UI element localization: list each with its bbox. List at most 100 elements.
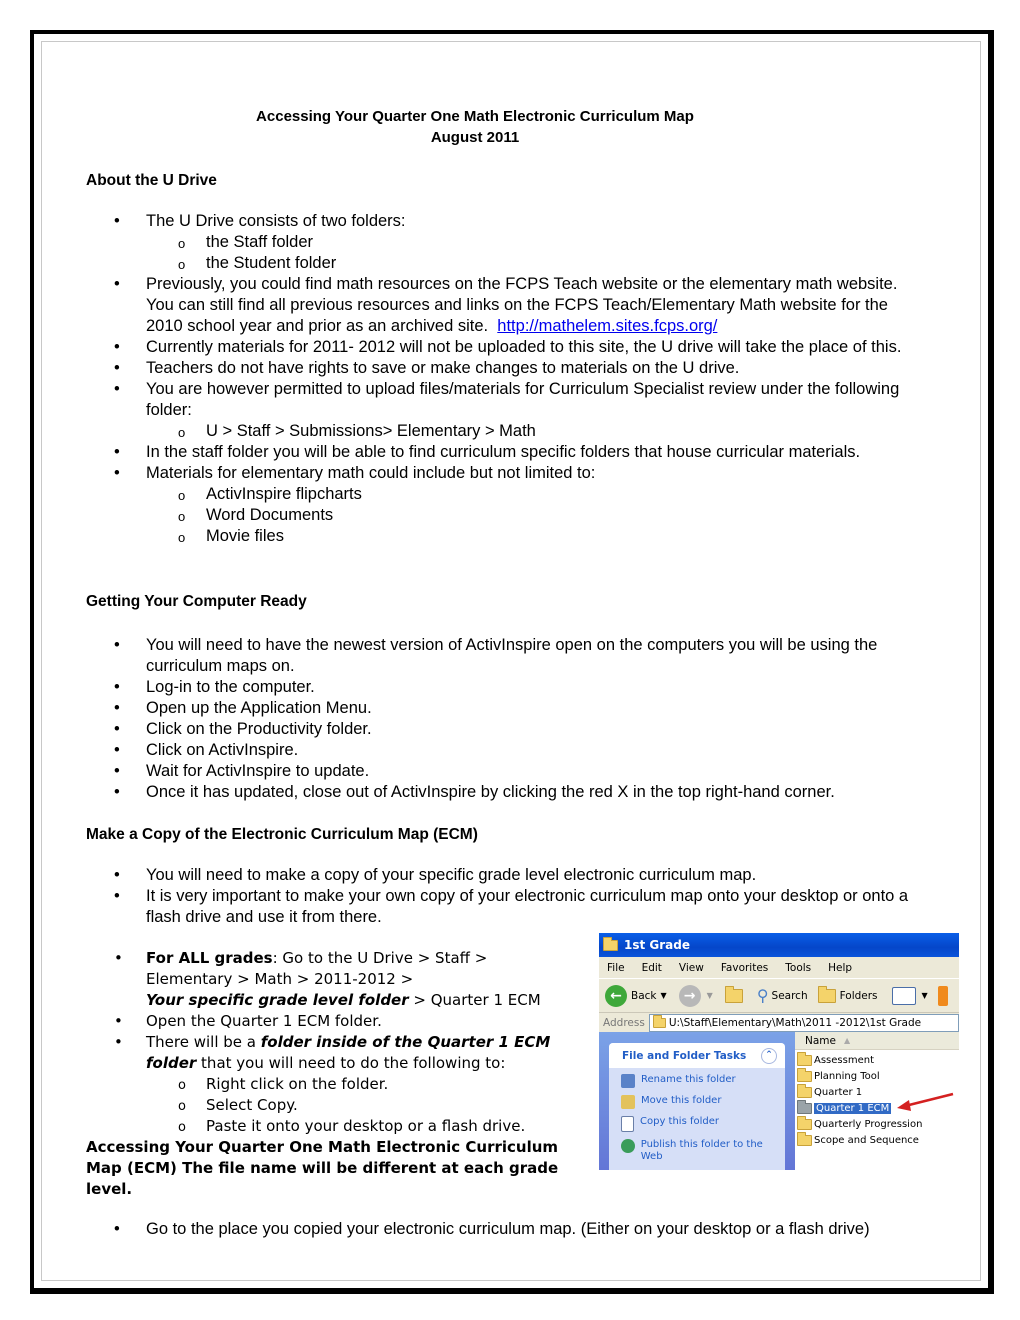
back-label: Back (631, 989, 657, 1002)
task-rename[interactable]: Rename this folder (621, 1074, 785, 1088)
menu-help[interactable]: Help (820, 962, 861, 974)
explorer-screenshot: 1st Grade File Edit View Favorites Tools… (599, 933, 959, 1170)
task-move[interactable]: Move this folder (621, 1095, 785, 1109)
file-list: Assessment Planning Tool Quarter 1 Quart… (795, 1050, 959, 1148)
sub-list-item: Word Documents (146, 505, 926, 527)
task-label: Rename this folder (641, 1074, 736, 1085)
views-icon[interactable] (891, 986, 916, 1005)
back-button[interactable]: ← Back ▼ (605, 984, 667, 1007)
folder-icon (797, 1131, 812, 1146)
sub-list-item: the Staff folder (146, 232, 926, 254)
sub-list-item: Movie files (146, 526, 926, 548)
list-item: You are however permitted to upload file… (86, 379, 926, 443)
heading-make-copy: Make a Copy of the Electronic Curriculum… (86, 826, 478, 843)
list-item-text: Materials for elementary math could incl… (146, 464, 596, 482)
explorer-menu-bar: File Edit View Favorites Tools Help (599, 957, 959, 979)
up-folder-icon[interactable] (724, 985, 743, 1003)
document-date: August 2011 (430, 129, 520, 146)
list-item: Open up the Application Menu. (86, 698, 936, 719)
address-value: U:\Staff\Elementary\Math\2011 -2012\1st … (668, 1016, 922, 1029)
menu-edit[interactable]: Edit (634, 962, 671, 974)
sub-list-item: the Student folder (146, 253, 926, 275)
folder-icon (797, 1115, 812, 1130)
task-label: Copy this folder (640, 1116, 719, 1127)
computer-list: You will need to have the newest version… (86, 635, 936, 803)
task-label: Move this folder (641, 1095, 722, 1106)
file-item-selected[interactable]: Quarter 1 ECM (797, 1092, 959, 1116)
menu-file[interactable]: File (599, 962, 634, 974)
list-item: The U Drive consists of two folders: the… (86, 211, 926, 275)
folder-icon (797, 1083, 812, 1098)
address-field[interactable]: U:\Staff\Elementary\Math\2011 -2012\1st … (648, 1013, 959, 1032)
explorer-address-bar: Address U:\Staff\Elementary\Math\2011 -2… (599, 1013, 959, 1032)
folder-icon (603, 936, 618, 951)
search-button[interactable]: ⚲ Search (757, 986, 808, 1005)
list-item: You will need to have the newest version… (86, 635, 936, 677)
chevron-down-icon: ▼ (706, 991, 713, 1000)
file-item[interactable]: Assessment (797, 1051, 959, 1068)
folder-icon (797, 1099, 812, 1114)
file-item[interactable]: Planning Tool (797, 1067, 959, 1084)
globe-icon (621, 1139, 635, 1153)
folders-label: Folders (839, 989, 878, 1002)
sub-list-item: U > Staff > Submissions> Elementary > Ma… (146, 421, 926, 443)
task-publish[interactable]: Publish this folder to the Web (621, 1139, 785, 1163)
sort-ascending-icon: ▲ (843, 1036, 851, 1045)
sub-list-item: Paste it onto your desktop or a flash dr… (146, 1116, 566, 1138)
folder-icon (652, 1014, 666, 1028)
heading-computer-ready: Getting Your Computer Ready (86, 593, 307, 610)
list-item: Previously, you could find math resource… (86, 274, 926, 337)
all-grades-tail: > Quarter 1 ECM (408, 991, 541, 1009)
red-arrow-icon (897, 1092, 954, 1111)
document-title: Accessing Your Quarter One Math Electron… (256, 108, 694, 125)
accessing-list: Go to the place you copied your electron… (86, 1219, 946, 1240)
list-item: You will need to make a copy of your spe… (86, 865, 926, 886)
file-name: Quarterly Progression (814, 1118, 923, 1130)
list-item: Materials for elementary math could incl… (86, 463, 926, 548)
folders-button[interactable]: Folders (817, 985, 878, 1003)
rename-icon (621, 1074, 635, 1088)
archived-site-link[interactable]: http://mathelem.sites.fcps.org/ (497, 317, 717, 335)
list-item: Click on ActivInspire. (86, 740, 936, 761)
file-item[interactable]: Scope and Sequence (797, 1131, 959, 1148)
heading-accessing: Accessing Your Quarter One Math Electron… (86, 1138, 559, 1198)
list-item-tail: that you will need to do the following t… (196, 1054, 506, 1072)
app-icon (937, 985, 948, 1006)
move-icon (621, 1095, 635, 1109)
list-item: Wait for ActivInspire to update. (86, 761, 936, 782)
forward-button[interactable]: → (678, 984, 701, 1007)
chevron-down-icon: ▼ (921, 991, 928, 1000)
grade-folder-label: Your specific grade level folder (146, 991, 409, 1009)
task-copy[interactable]: Copy this folder (621, 1116, 785, 1132)
file-folder-tasks-panel: File and Folder Tasks ⌃ Rename this fold… (609, 1043, 785, 1170)
search-icon: ⚲ (756, 986, 769, 1005)
list-item: It is very important to make your own co… (86, 886, 926, 928)
heading-about-u-drive: About the U Drive (86, 172, 217, 189)
explorer-body: File and Folder Tasks ⌃ Rename this fold… (599, 1032, 959, 1170)
file-item[interactable]: Quarterly Progression (797, 1115, 959, 1132)
sub-list-item: Select Copy. (146, 1095, 566, 1117)
list-item: Open the Quarter 1 ECM folder. (86, 1011, 566, 1032)
menu-favorites[interactable]: Favorites (713, 962, 777, 974)
column-header-name[interactable]: Name ▲ (795, 1032, 959, 1050)
file-name: Scope and Sequence (814, 1134, 919, 1146)
list-item-text: There will be a (146, 1033, 261, 1051)
file-name: Quarter 1 (814, 1086, 863, 1098)
file-name: Quarter 1 ECM (814, 1102, 892, 1114)
sub-list-item: ActivInspire flipcharts (146, 484, 926, 506)
collapse-icon[interactable]: ⌃ (761, 1047, 777, 1064)
menu-tools[interactable]: Tools (777, 962, 820, 974)
column-header-label: Name (805, 1034, 836, 1047)
address-label: Address (603, 1016, 645, 1029)
sub-list-item: Right click on the folder. (146, 1074, 566, 1096)
tasks-panel-title: File and Folder Tasks (622, 1049, 747, 1062)
tasks-panel-header[interactable]: File and Folder Tasks ⌃ (609, 1043, 785, 1068)
all-grades-list: For ALL grades: Go to the U Drive > Staf… (86, 948, 566, 1138)
menu-view[interactable]: View (671, 962, 713, 974)
folders-icon (817, 985, 836, 1003)
explorer-window-title: 1st Grade (624, 938, 690, 952)
all-grades-label: For ALL grades (146, 949, 273, 967)
task-label: Publish this folder to the Web (640, 1139, 763, 1162)
udrive-list: The U Drive consists of two folders: the… (86, 211, 926, 548)
list-item: Currently materials for 2011- 2012 will … (86, 337, 926, 358)
